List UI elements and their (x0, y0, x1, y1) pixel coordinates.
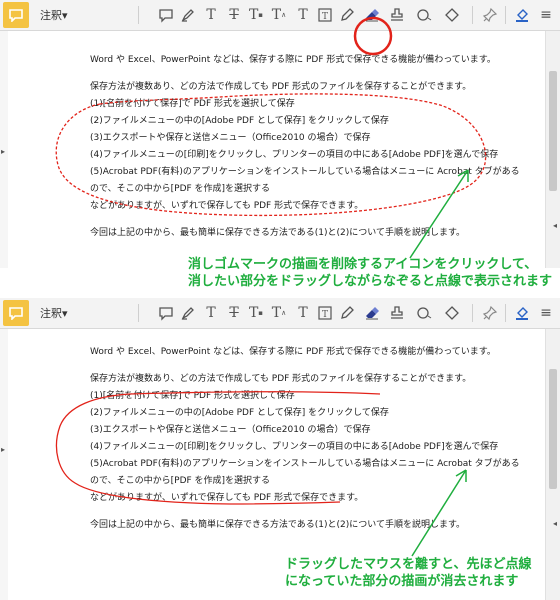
attach-icon[interactable] (414, 303, 434, 323)
expand-left-icon: ▸ (1, 445, 6, 454)
pencil-icon[interactable] (337, 303, 357, 323)
document-line: (5)Acrobat PDF(有料)のアプリケーションをインストールしている場合… (90, 167, 520, 177)
document-line: (4)ファイルメニューの[印刷]をクリックし、プリンターの項目の中にある[Ado… (90, 150, 499, 160)
typewriter-icon[interactable]: T (293, 5, 313, 25)
annotation-menu[interactable]: 注釈▾ (40, 7, 68, 23)
caption-before: 消しゴムマークの描画を削除するアイコンをクリックして、 消したい部分をドラッグし… (188, 256, 552, 290)
caption-line: ドラッグしたマウスを離すと、先ほど点線 (285, 557, 532, 572)
toolbar-divider (138, 6, 139, 24)
text-insert-icon[interactable]: T ∧ (269, 303, 289, 323)
more-icon[interactable]: ≡ (536, 5, 556, 25)
textbox-icon[interactable]: T (315, 5, 335, 25)
document-line: Word や Excel、PowerPoint などは、保存する際に PDF 形… (90, 347, 496, 357)
shape-icon[interactable] (442, 5, 462, 25)
more-icon[interactable]: ≡ (536, 303, 556, 323)
vertical-scrollbar[interactable]: ◂ (545, 31, 560, 268)
scroll-thumb[interactable] (549, 71, 557, 191)
sticky-note-icon[interactable] (156, 5, 176, 25)
comment-icon (9, 9, 23, 22)
attach-icon[interactable] (414, 5, 434, 25)
caption-line: 消したい部分をドラッグしながらなぞると点線で表示されます (188, 274, 553, 289)
comment-icon (9, 307, 23, 320)
document-line: (2)ファイルメニューの中の[Adobe PDF として保存] をクリックして保… (90, 408, 389, 418)
document-line: などがありますが、いずれで保存しても PDF 形式で保存できます。 (90, 493, 364, 503)
text-strikethrough-icon[interactable]: T (224, 303, 244, 323)
document-line: (1)[名前を付けて保存]で PDF 形式を選択して保存 (90, 391, 295, 401)
document-line: 今回は上記の中から、最も簡単に保存できる方法である(1)と(2)について手順を説… (90, 520, 466, 530)
expand-left-icon: ▸ (1, 147, 6, 156)
sticky-note-icon[interactable] (156, 303, 176, 323)
left-panel-handle[interactable]: ▸ (0, 329, 8, 600)
text-underline-icon[interactable]: T (201, 303, 221, 323)
highlight-pen-icon[interactable] (178, 5, 198, 25)
toolbar-divider (138, 304, 139, 322)
document-line: などがありますが、いずれで保存しても PDF 形式で保存できます。 (90, 201, 364, 211)
text-replace-icon[interactable]: T ▪ (246, 5, 266, 25)
viewer-panel-after: 注釈▾ T T T ▪ T ∧ T T ≡ ▸ ◂ Word や Excel、Pow… (0, 298, 560, 600)
typewriter-icon[interactable]: T (293, 303, 313, 323)
text-strikethrough-icon[interactable]: T (224, 5, 244, 25)
toolbar-divider (472, 304, 473, 322)
scroll-thumb[interactable] (549, 369, 557, 489)
viewer-panel-before: 注釈▾ T T T ▪ T ∧ T T ≡ ▸ ◂ Word や Excel、Pow… (0, 0, 560, 268)
pin-icon[interactable] (480, 303, 500, 323)
text-underline-icon[interactable]: T (201, 5, 221, 25)
eraser-icon[interactable] (362, 5, 382, 25)
document-line: 保存方法が複数あり、どの方法で作成しても PDF 形式のファイルを保存することが… (90, 82, 472, 92)
document-line: (2)ファイルメニューの中の[Adobe PDF として保存] をクリックして保… (90, 116, 389, 126)
toolbar-divider (505, 304, 506, 322)
document-line: Word や Excel、PowerPoint などは、保存する際に PDF 形… (90, 55, 496, 65)
document-line: 今回は上記の中から、最も簡単に保存できる方法である(1)と(2)について手順を説… (90, 228, 466, 238)
fill-color-icon[interactable] (512, 5, 532, 25)
annotation-toolbar: 注釈▾ T T T ▪ T ∧ T T ≡ (0, 298, 560, 329)
document-line: (5)Acrobat PDF(有料)のアプリケーションをインストールしている場合… (90, 459, 520, 469)
stamp-icon[interactable] (387, 5, 407, 25)
text-insert-icon[interactable]: T ∧ (269, 5, 289, 25)
document-line: (4)ファイルメニューの[印刷]をクリックし、プリンターの項目の中にある[Ado… (90, 442, 499, 452)
fill-color-icon[interactable] (512, 303, 532, 323)
left-panel-handle[interactable]: ▸ (0, 31, 8, 268)
comments-panel-button[interactable] (3, 2, 29, 28)
document-line: ので、そこの中から[PDF を作成]を選択する (90, 184, 271, 194)
svg-text:T: T (322, 310, 328, 320)
caption-line: になっていた部分の描画が消去されます (285, 574, 519, 589)
textbox-icon[interactable]: T (315, 303, 335, 323)
annotation-menu[interactable]: 注釈▾ (40, 305, 68, 321)
collapse-right-icon: ◂ (552, 519, 557, 528)
document-text: Word や Excel、PowerPoint などは、保存する際に PDF 形… (90, 344, 520, 534)
pin-icon[interactable] (480, 5, 500, 25)
document-line: (3)エクスポートや保存と送信メニュー（Office2010 の場合）で保存 (90, 133, 371, 143)
svg-text:T: T (322, 12, 328, 22)
document-line: (3)エクスポートや保存と送信メニュー（Office2010 の場合）で保存 (90, 425, 371, 435)
document-line: 保存方法が複数あり、どの方法で作成しても PDF 形式のファイルを保存することが… (90, 374, 472, 384)
text-replace-icon[interactable]: T ▪ (246, 303, 266, 323)
document-text: Word や Excel、PowerPoint などは、保存する際に PDF 形… (90, 52, 520, 242)
eraser-icon[interactable] (362, 303, 382, 323)
caption-line: 消しゴムマークの描画を削除するアイコンをクリックして、 (188, 257, 538, 272)
collapse-right-icon: ◂ (552, 221, 557, 230)
caption-after: ドラッグしたマウスを離すと、先ほど点線 になっていた部分の描画が消去されます (285, 556, 531, 590)
document-line: (1)[名前を付けて保存]で PDF 形式を選択して保存 (90, 99, 295, 109)
shape-icon[interactable] (442, 303, 462, 323)
annotation-toolbar: 注釈▾ T T T ▪ T ∧ T T ≡ (0, 0, 560, 31)
toolbar-divider (505, 6, 506, 24)
toolbar-divider (472, 6, 473, 24)
pencil-icon[interactable] (337, 5, 357, 25)
highlight-pen-icon[interactable] (178, 303, 198, 323)
document-line: ので、そこの中から[PDF を作成]を選択する (90, 476, 271, 486)
comments-panel-button[interactable] (3, 300, 29, 326)
vertical-scrollbar[interactable]: ◂ (545, 329, 560, 600)
stamp-icon[interactable] (387, 303, 407, 323)
